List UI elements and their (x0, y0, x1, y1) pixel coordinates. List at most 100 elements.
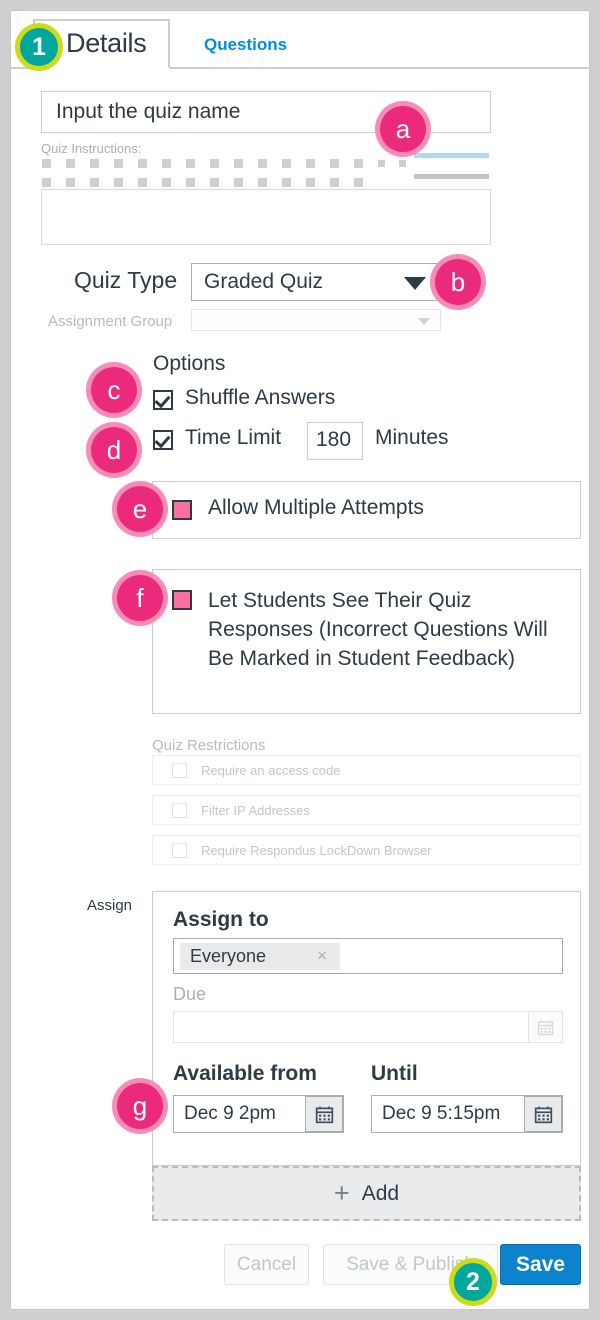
calendar-icon (315, 1105, 333, 1123)
filter-ip-checkbox[interactable] (172, 803, 187, 818)
allow-multiple-attempts-row[interactable]: Allow Multiple Attempts (152, 481, 581, 539)
calendar-icon-until[interactable] (524, 1096, 562, 1132)
toolbar-icon[interactable] (210, 178, 219, 187)
toolbar-icon[interactable] (399, 160, 406, 167)
callout-badge-a: a (380, 106, 426, 152)
let-students-see-checkbox[interactable] (172, 590, 192, 610)
callout-badge-1: 1 (15, 23, 63, 71)
toolbar-icon[interactable] (66, 159, 75, 168)
quiz-restrictions-heading: Quiz Restrictions (152, 737, 266, 754)
restriction-row-access-code[interactable]: Require an access code (152, 755, 581, 785)
toolbar-icon[interactable] (90, 159, 99, 168)
assignee-pill-everyone[interactable]: Everyone × (180, 943, 340, 970)
assign-card: Assign to Everyone × Due Available from … (152, 891, 581, 1166)
until-heading: Until (371, 1062, 418, 1085)
add-label: Add (361, 1181, 400, 1205)
minutes-label: Minutes (375, 426, 449, 449)
toolbar-icon[interactable] (210, 159, 219, 168)
assignment-group-select[interactable] (191, 309, 441, 331)
add-assignment-override-button[interactable]: + Add (152, 1166, 581, 1221)
shuffle-answers-label: Shuffle Answers (185, 386, 336, 409)
time-limit-checkbox[interactable] (153, 430, 173, 450)
allow-multiple-attempts-label: Allow Multiple Attempts (208, 496, 424, 519)
let-students-see-label: Let Students See Their Quiz Responses (I… (208, 589, 548, 670)
toolbar-icon[interactable] (138, 178, 147, 187)
toolbar-icon[interactable] (138, 159, 147, 168)
toolbar-icon[interactable] (354, 178, 363, 187)
toolbar-icon[interactable] (114, 178, 123, 187)
until-input[interactable]: Dec 9 5:15pm (371, 1095, 563, 1133)
toolbar-icon[interactable] (306, 178, 315, 187)
assignee-pill-label: Everyone (190, 946, 267, 966)
toolbar-icon[interactable] (258, 159, 267, 168)
available-from-input[interactable]: Dec 9 2pm (173, 1095, 344, 1133)
callout-badge-g: g (117, 1083, 163, 1129)
shuffle-answers-checkbox[interactable] (153, 390, 173, 410)
allow-multiple-attempts-checkbox[interactable] (172, 500, 192, 520)
toolbar-icon[interactable] (42, 178, 51, 187)
toolbar-icon[interactable] (354, 159, 363, 168)
callout-badge-d: d (91, 427, 137, 473)
quiz-instructions-editor[interactable] (41, 189, 491, 245)
callout-badge-c: c (91, 367, 137, 413)
toolbar-icon[interactable] (306, 159, 315, 168)
available-from-heading: Available from (173, 1062, 317, 1085)
access-code-checkbox[interactable] (172, 763, 187, 778)
toolbar-icon[interactable] (234, 178, 243, 187)
assign-to-heading: Assign to (173, 908, 269, 931)
tab-questions[interactable]: Questions (204, 35, 287, 55)
calendar-icon (534, 1105, 552, 1123)
toolbar-icon[interactable] (282, 159, 291, 168)
toolbar-icon[interactable] (234, 159, 243, 168)
quiz-instructions-label: Quiz Instructions: (41, 141, 142, 156)
lockdown-browser-checkbox[interactable] (172, 843, 187, 858)
tab-bar: Details Questions (11, 11, 591, 69)
time-limit-input[interactable]: 180 (307, 422, 363, 460)
until-value: Dec 9 5:15pm (382, 1103, 501, 1124)
toolbar-icon[interactable] (90, 178, 99, 187)
due-date-input[interactable] (173, 1011, 563, 1043)
restriction-row-lockdown[interactable]: Require Respondus LockDown Browser (152, 835, 581, 865)
toolbar-icon[interactable] (66, 178, 75, 187)
toolbar-icon[interactable] (330, 159, 339, 168)
quiz-type-select[interactable]: Graded Quiz (191, 263, 439, 301)
toolbar-bar-blue (414, 153, 489, 158)
time-limit-value: 180 (316, 428, 352, 451)
toolbar-icon[interactable] (378, 160, 385, 167)
quiz-type-value: Graded Quiz (204, 270, 324, 293)
toolbar-icon[interactable] (114, 159, 123, 168)
due-label: Due (173, 984, 207, 1004)
let-students-see-row[interactable]: Let Students See Their Quiz Responses (I… (152, 569, 581, 714)
cancel-button[interactable]: Cancel (224, 1244, 309, 1285)
chevron-down-icon (418, 318, 430, 325)
calendar-icon (537, 1019, 554, 1035)
chevron-down-icon (404, 277, 426, 290)
calendar-icon-due[interactable] (528, 1012, 562, 1042)
toolbar-icon[interactable] (42, 159, 51, 168)
save-button[interactable]: Save (500, 1244, 581, 1285)
lockdown-browser-label: Require Respondus LockDown Browser (201, 843, 432, 858)
close-icon[interactable]: × (317, 946, 327, 966)
callout-badge-b: b (435, 259, 481, 305)
filter-ip-label: Filter IP Addresses (201, 803, 310, 818)
toolbar-icon[interactable] (162, 159, 171, 168)
toolbar-icon[interactable] (258, 178, 267, 187)
plus-icon: + (333, 1178, 350, 1208)
options-heading: Options (153, 352, 226, 375)
quiz-settings-panel: Details Questions 1 Input the quiz name … (10, 10, 591, 1310)
calendar-icon-available-from[interactable] (305, 1096, 343, 1132)
toolbar-icon[interactable] (162, 178, 171, 187)
available-from-value: Dec 9 2pm (184, 1103, 276, 1124)
quiz-type-label: Quiz Type (74, 267, 178, 293)
toolbar-bar-grey (414, 174, 489, 179)
assign-to-input[interactable]: Everyone × (173, 938, 563, 974)
toolbar-icon[interactable] (186, 178, 195, 187)
toolbar-icon[interactable] (186, 159, 195, 168)
tab-details-label: Details (66, 28, 147, 58)
restriction-row-filter-ip[interactable]: Filter IP Addresses (152, 795, 581, 825)
callout-badge-2: 2 (449, 1258, 497, 1306)
toolbar-icon[interactable] (282, 178, 291, 187)
toolbar-icon[interactable] (330, 178, 339, 187)
access-code-label: Require an access code (201, 763, 341, 778)
time-limit-label: Time Limit (185, 426, 282, 449)
